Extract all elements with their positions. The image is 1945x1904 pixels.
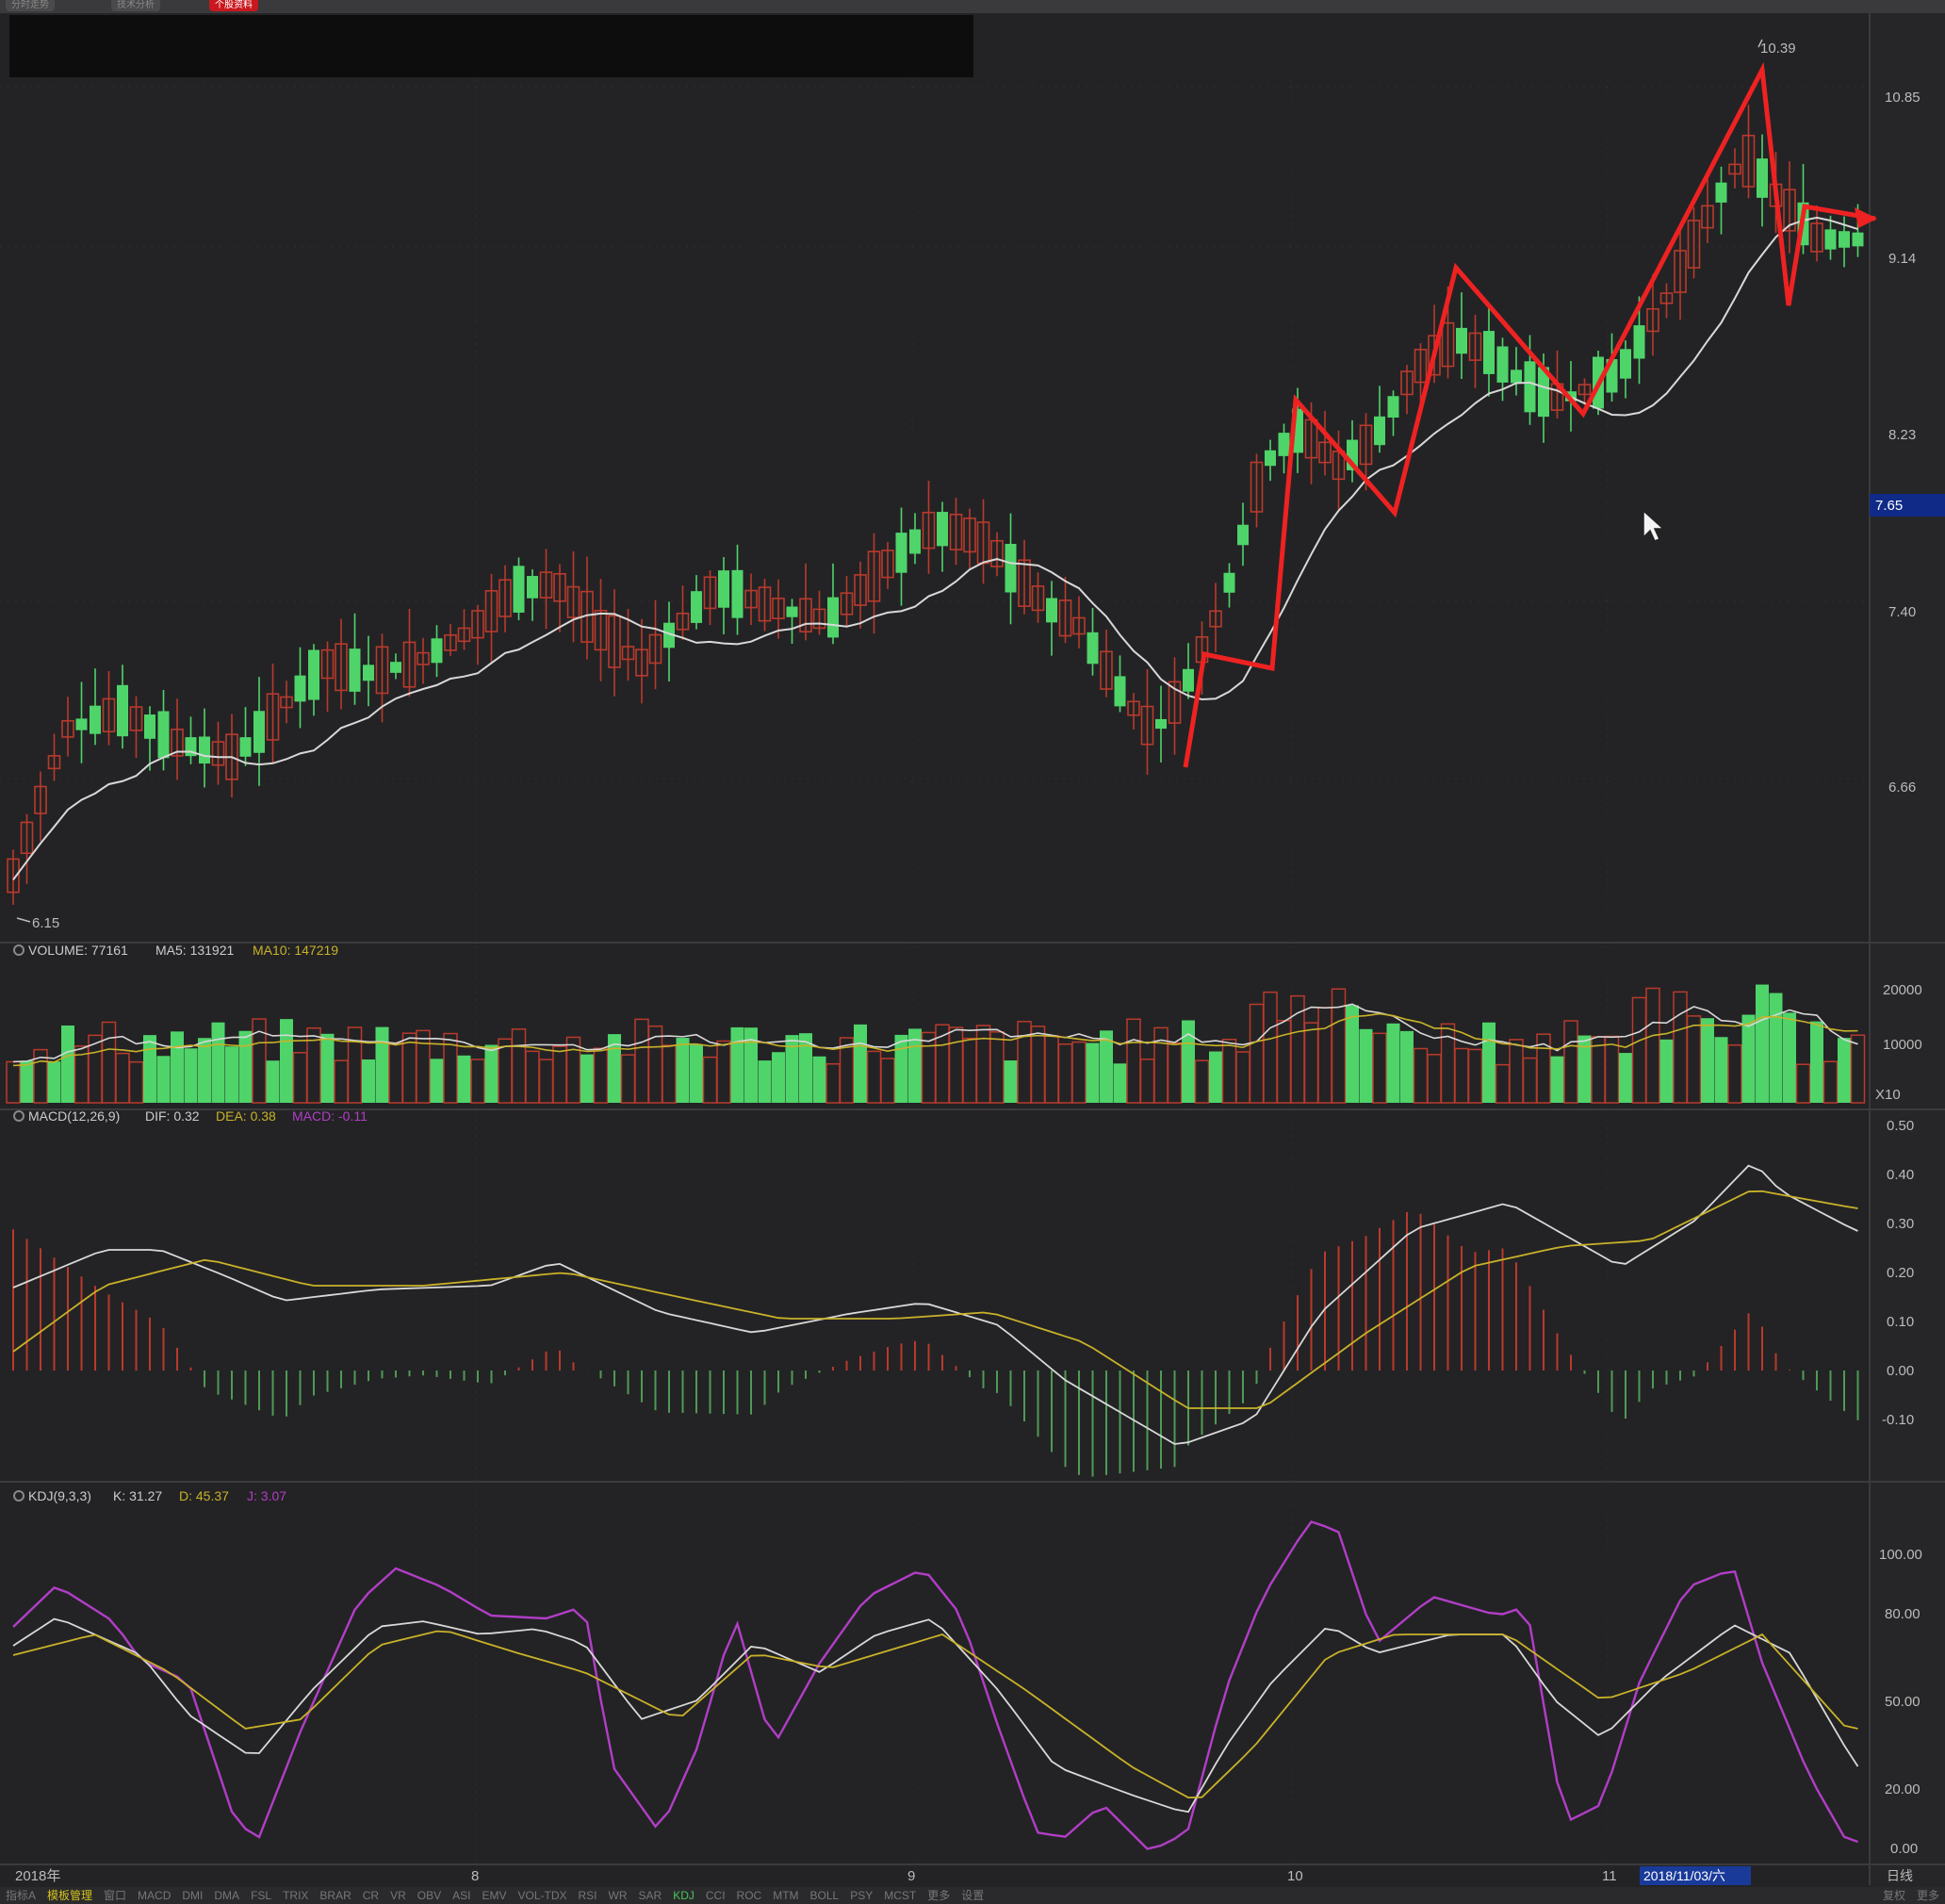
bottom-right-tab[interactable]: 复权 xyxy=(1877,1887,1911,1904)
volume-ma5: MA5: 131921 xyxy=(155,943,234,958)
bottom-tab-cr[interactable]: CR xyxy=(357,1887,384,1904)
bottom-tab-boll[interactable]: BOLL xyxy=(805,1887,845,1904)
kdj-indicator: KDJ(9,3,3) xyxy=(28,1488,91,1503)
top-tab-active[interactable]: 个股资料 xyxy=(209,0,258,11)
kdj-tick: 0.00 xyxy=(1890,1841,1918,1857)
x-label: 8 xyxy=(471,1868,479,1884)
bottom-tab-dma[interactable]: DMA xyxy=(208,1887,245,1904)
period-label[interactable]: 日线 xyxy=(1887,1868,1913,1883)
bottom-tab-wr[interactable]: WR xyxy=(603,1887,633,1904)
volume-tick: 20000 xyxy=(1883,982,1922,998)
bottom-tab-emv[interactable]: EMV xyxy=(476,1887,512,1904)
macd-tick: 0.20 xyxy=(1887,1265,1914,1281)
bottom-tab-[interactable]: 更多 xyxy=(922,1887,956,1904)
bottom-tab-brar[interactable]: BRAR xyxy=(314,1887,356,1904)
stock-chart[interactable]: 10.85 9.14 8.23 7.40 6.66 7.65 10.39 6.1… xyxy=(0,13,1945,1887)
bottom-tab-trix[interactable]: TRIX xyxy=(277,1887,314,1904)
window-title-bar: 分时走势 技术分析 个股资料 xyxy=(0,0,1945,13)
bottom-tab-fsl[interactable]: FSL xyxy=(245,1887,277,1904)
price-tick: 6.66 xyxy=(1888,780,1916,796)
kdj-tick: 50.00 xyxy=(1885,1694,1920,1710)
x-label: 2018年 xyxy=(15,1868,60,1884)
macd-indicator: MACD(12,26,9) xyxy=(28,1108,120,1124)
macd-tick: 0.00 xyxy=(1887,1363,1914,1379)
bottom-tab-cci[interactable]: CCI xyxy=(700,1887,731,1904)
kdj-tick: 80.00 xyxy=(1885,1606,1920,1622)
bottom-tab-roc[interactable]: ROC xyxy=(731,1887,768,1904)
top-tab-1[interactable]: 分时走势 xyxy=(6,0,55,11)
macd-dif: DIF: 0.32 xyxy=(145,1108,200,1124)
x-label: 10 xyxy=(1287,1868,1303,1884)
volume-ma10: MA10: 147219 xyxy=(253,943,338,958)
bottom-tab-vr[interactable]: VR xyxy=(384,1887,412,1904)
macd-tick: 0.30 xyxy=(1887,1216,1914,1232)
kdj-j: J: 3.07 xyxy=(247,1488,286,1503)
macd-tick: 0.50 xyxy=(1887,1118,1914,1134)
kdj-tick: 20.00 xyxy=(1885,1781,1920,1797)
mouse-pointer-icon xyxy=(1643,509,1665,542)
x-label: 9 xyxy=(907,1868,915,1884)
bottom-tab-mcst[interactable]: MCST xyxy=(878,1887,922,1904)
bottom-tab-kdj[interactable]: KDJ xyxy=(667,1887,700,1904)
bottom-tab-mtm[interactable]: MTM xyxy=(767,1887,804,1904)
top-tab-2[interactable]: 技术分析 xyxy=(111,0,160,11)
bottom-right-tab[interactable]: 更多 xyxy=(1911,1887,1945,1904)
macd-tick: 0.40 xyxy=(1887,1167,1914,1183)
macd-tick: 0.10 xyxy=(1887,1314,1914,1330)
low-price-label: 6.15 xyxy=(32,915,59,931)
volume-indicator: VOLUME: 77161 xyxy=(28,943,128,958)
bottom-tab-[interactable]: 窗口 xyxy=(98,1887,132,1904)
price-tick: 7.40 xyxy=(1888,604,1916,620)
bottom-tab-voltdx[interactable]: VOL-TDX xyxy=(512,1887,572,1904)
volume-tick: 10000 xyxy=(1883,1037,1922,1053)
macd-dea: DEA: 0.38 xyxy=(216,1108,276,1124)
bottom-tab-rsi[interactable]: RSI xyxy=(573,1887,603,1904)
bottom-tab-obv[interactable]: OBV xyxy=(412,1887,447,1904)
price-tick: 9.14 xyxy=(1888,251,1916,267)
kdj-tick: 100.00 xyxy=(1879,1547,1922,1563)
bottom-tab-sar[interactable]: SAR xyxy=(633,1887,668,1904)
price-tick: 8.23 xyxy=(1888,427,1916,443)
volume-legend: VOLUME: 77161 MA5: 131921 MA10: 147219 xyxy=(13,943,338,958)
kdj-k: K: 31.27 xyxy=(113,1488,162,1503)
bottom-tab-dmi[interactable]: DMI xyxy=(176,1887,208,1904)
bottom-tab-macd[interactable]: MACD xyxy=(132,1887,176,1904)
macd-tick: -0.10 xyxy=(1882,1412,1914,1428)
x-label: 11 xyxy=(1602,1868,1617,1884)
bottom-tab-a[interactable]: 指标A xyxy=(0,1887,41,1904)
date-cursor-label: 2018/11/03/六 xyxy=(1643,1868,1725,1883)
bottom-tab-psy[interactable]: PSY xyxy=(844,1887,878,1904)
macd-legend: MACD(12,26,9) DIF: 0.32 DEA: 0.38 MACD: … xyxy=(13,1108,368,1124)
high-price-label: 10.39 xyxy=(1760,41,1796,57)
current-price-tag: 7.65 xyxy=(1875,498,1903,514)
indicator-tab-bar: 指标A 模板管理 窗口 MACD DMI DMA FSL TRIX BRAR CR VR OBV ASI… xyxy=(0,1887,1945,1904)
redacted-header-box xyxy=(9,15,973,77)
volume-unit: X10 xyxy=(1875,1087,1901,1103)
price-tick: 10.85 xyxy=(1885,90,1920,106)
kdj-d: D: 45.37 xyxy=(179,1488,229,1503)
bottom-tab-[interactable]: 模板管理 xyxy=(41,1887,98,1904)
macd-value: MACD: -0.11 xyxy=(292,1108,368,1124)
bottom-tab-[interactable]: 设置 xyxy=(956,1887,989,1904)
bottom-tab-asi[interactable]: ASI xyxy=(447,1887,476,1904)
